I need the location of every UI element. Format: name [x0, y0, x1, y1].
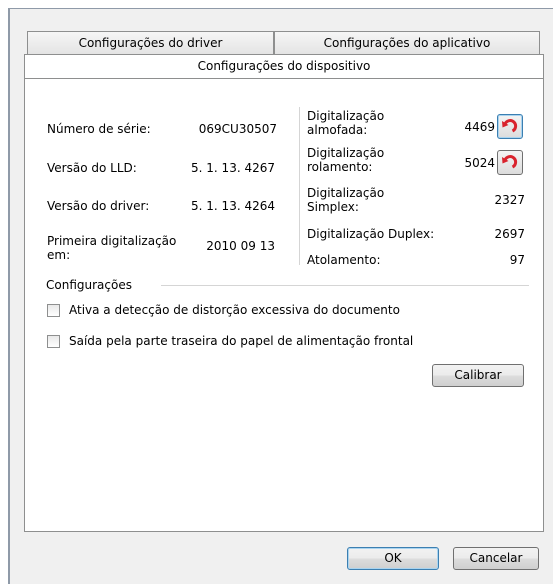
column-divider [299, 107, 300, 265]
cancel-button[interactable]: Cancelar [453, 547, 539, 570]
simplex-scan-label: Digitalização Simplex: [307, 186, 384, 214]
jam-value: 97 [509, 253, 525, 267]
calibrate-button[interactable]: Calibrar [432, 364, 524, 387]
pad-scan-value: 4469 [464, 120, 495, 134]
roller-scan-label-line1: Digitalização [307, 146, 385, 160]
reset-pad-counter-button[interactable] [497, 114, 523, 139]
simplex-scan-label-line2: Simplex: [307, 200, 359, 214]
driver-version-value: 5. 1. 13. 4264 [191, 199, 275, 213]
roller-scan-label: Digitalização rolamento: [307, 146, 384, 174]
settings-group-title: Configurações [46, 278, 132, 292]
pad-scan-label-line2: almofada: [307, 123, 368, 137]
duplex-scan-value: 2697 [494, 227, 525, 241]
serial-number-label: Número de série: [47, 122, 151, 136]
driver-version-label: Versão do driver: [47, 199, 150, 213]
rear-exit-label[interactable]: Saída pela parte traseira do papel de al… [69, 334, 413, 348]
skew-detection-checkbox[interactable] [47, 303, 60, 317]
reset-roller-counter-button[interactable] [497, 150, 523, 175]
device-settings-panel: Número de série: 069CU30507 Versão do LL… [24, 78, 544, 532]
tab-device-settings[interactable]: Configurações do dispositivo [24, 54, 544, 78]
tab-driver-settings[interactable]: Configurações do driver [27, 31, 274, 54]
tab-application-settings[interactable]: Configurações do aplicativo [274, 31, 540, 54]
first-scan-label: Primeira digitalização em: [47, 234, 176, 262]
rear-exit-checkbox[interactable] [47, 334, 60, 348]
simplex-scan-value: 2327 [494, 193, 525, 207]
pad-scan-label: Digitalização almofada: [307, 109, 384, 137]
simplex-scan-label-line1: Digitalização [307, 186, 385, 200]
reset-arrow-icon [502, 153, 518, 172]
roller-scan-value: 5024 [464, 156, 495, 170]
skew-detection-option[interactable]: Ativa a detecção de distorção excessiva … [47, 303, 400, 317]
settings-group-line [161, 285, 529, 286]
reset-arrow-icon [502, 117, 518, 136]
roller-scan-label-line2: rolamento: [307, 160, 373, 174]
lld-version-label: Versão do LLD: [47, 161, 137, 175]
device-settings-dialog: Configurações do driver Configurações do… [10, 9, 553, 584]
jam-label: Atolamento: [307, 253, 381, 267]
first-scan-value: 2010 09 13 [206, 239, 275, 253]
skew-detection-label[interactable]: Ativa a detecção de distorção excessiva … [69, 303, 400, 317]
serial-number-value: 069CU30507 [198, 122, 277, 136]
ok-button[interactable]: OK [347, 547, 439, 570]
duplex-scan-label: Digitalização Duplex: [307, 227, 435, 241]
first-scan-label-line2: em: [47, 248, 71, 262]
first-scan-label-line1: Primeira digitalização [47, 234, 177, 248]
lld-version-value: 5. 1. 13. 4267 [191, 161, 275, 175]
rear-exit-option[interactable]: Saída pela parte traseira do papel de al… [47, 334, 413, 348]
pad-scan-label-line1: Digitalização [307, 109, 385, 123]
